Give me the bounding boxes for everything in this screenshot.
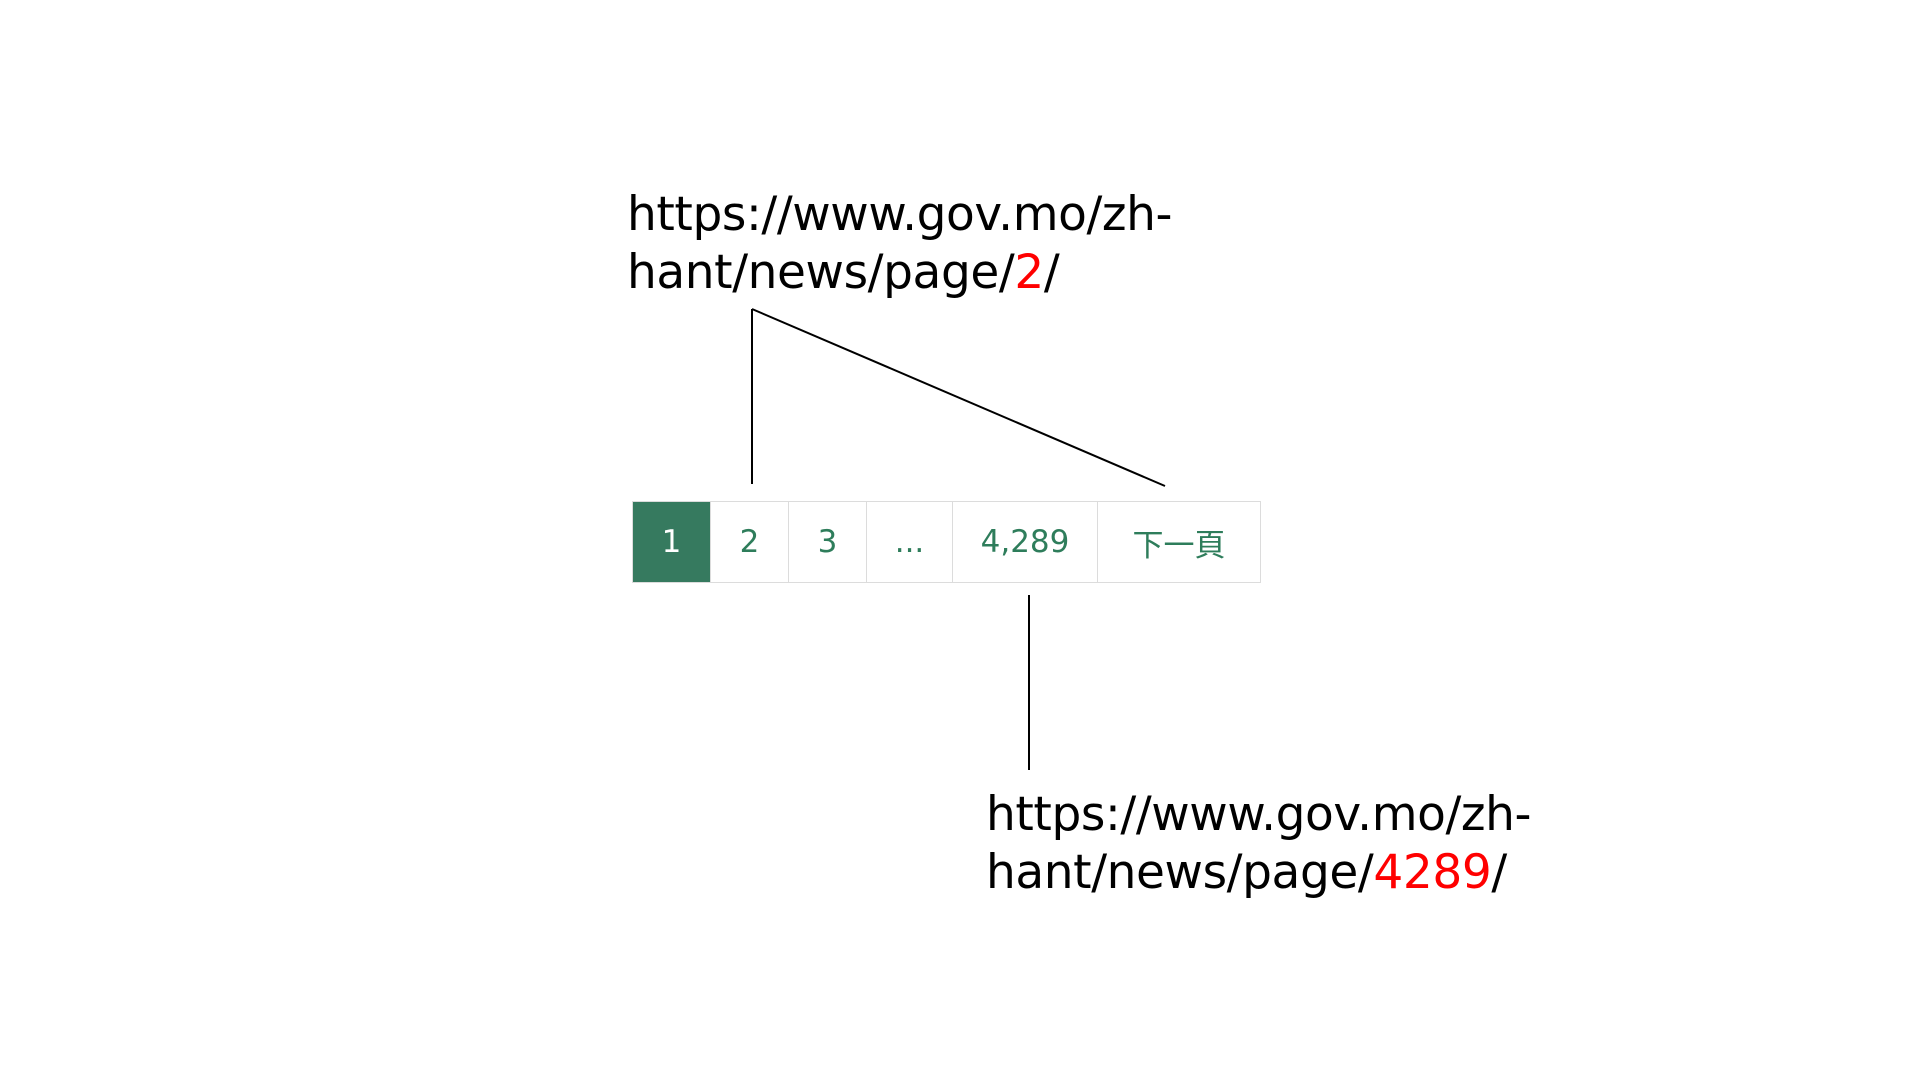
next-page-button[interactable]: 下一頁 — [1098, 502, 1260, 582]
url-line-1: https://www.gov.mo/zh- — [627, 187, 1173, 242]
diagram-canvas: https://www.gov.mo/zh- hant/news/page/2/… — [0, 0, 1920, 1080]
page-button-2[interactable]: 2 — [711, 502, 789, 582]
url-suffix: / — [1043, 245, 1060, 300]
url-line-2: hant/news/page/2/ — [627, 244, 1172, 302]
url-line-2: hant/news/page/4289/ — [986, 844, 1531, 902]
page-button-last[interactable]: 4,289 — [953, 502, 1098, 582]
url-page-number: 2 — [1014, 245, 1044, 300]
url-suffix: / — [1491, 845, 1507, 900]
url-annotation-last-page: https://www.gov.mo/zh- hant/news/page/42… — [986, 786, 1532, 902]
url-path: hant/news/page/ — [986, 845, 1374, 900]
url-page-number: 4289 — [1373, 845, 1492, 900]
url-annotation-page-2: https://www.gov.mo/zh- hant/news/page/2/ — [627, 186, 1173, 302]
pagination-ellipsis: ... — [867, 502, 953, 582]
page-button-3[interactable]: 3 — [789, 502, 867, 582]
url-line-1: https://www.gov.mo/zh- — [986, 787, 1532, 842]
page-button-1[interactable]: 1 — [633, 502, 711, 582]
pagination: 1 2 3 ... 4,289 下一頁 — [632, 501, 1261, 583]
connector-next-diagonal — [751, 308, 1166, 487]
url-path: hant/news/page/ — [627, 245, 1015, 300]
